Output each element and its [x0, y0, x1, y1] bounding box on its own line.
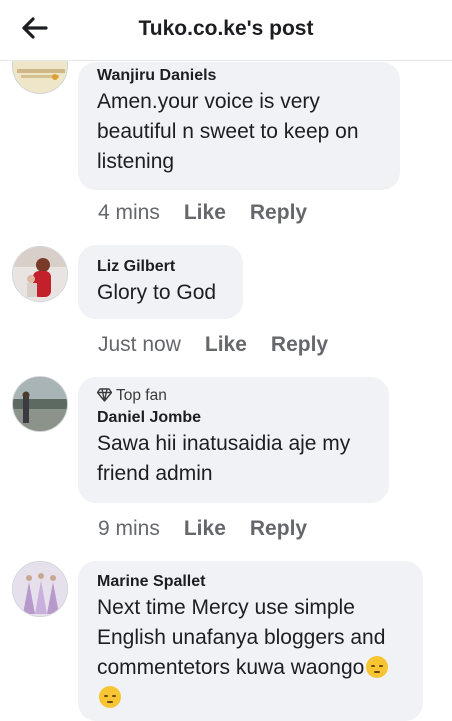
- reply-button[interactable]: Reply: [250, 201, 307, 225]
- reply-button[interactable]: Reply: [250, 517, 307, 541]
- comment-author[interactable]: Marine Spallet: [97, 572, 405, 591]
- reply-button[interactable]: Reply: [271, 333, 328, 357]
- avatar-image: [13, 562, 67, 616]
- avatar[interactable]: [12, 376, 68, 432]
- comment-bubble[interactable]: Top fan Daniel Jombe Sawa hii inatusaidi…: [78, 377, 389, 503]
- avatar[interactable]: [12, 561, 68, 617]
- avatar-image: [13, 377, 67, 431]
- comment-actions: 9 mins Like Reply: [98, 517, 331, 541]
- comment-text-body: Next time Mercy use simple English unafa…: [97, 596, 386, 679]
- avatar[interactable]: [12, 246, 68, 302]
- comment-actions: 4 mins Like Reply: [98, 201, 331, 225]
- like-button[interactable]: Like: [205, 333, 247, 357]
- comment-text: Sawa hii inatusaidia aje my friend admin: [97, 432, 351, 485]
- like-button[interactable]: Like: [184, 517, 226, 541]
- comments-list: Wanjiru Daniels Amen.your voice is very …: [0, 0, 452, 721]
- comment-actions: Just now Like Reply: [98, 333, 352, 357]
- pensive-face-emoji: [99, 686, 121, 708]
- like-button[interactable]: Like: [184, 201, 226, 225]
- top-fan-badge: Top fan: [97, 386, 371, 406]
- pensive-face-emoji: [366, 656, 389, 678]
- page-title: Tuko.co.ke's post: [138, 17, 314, 40]
- comment-time: 4 mins: [98, 201, 160, 224]
- avatar-image: [13, 247, 67, 301]
- comment-time: Just now: [98, 333, 181, 356]
- comment-time: 9 mins: [98, 517, 160, 540]
- comment-text: Next time Mercy use simple English unafa…: [97, 593, 405, 713]
- comment-text: Amen.your voice is very beautiful n swee…: [97, 90, 359, 173]
- comment-author[interactable]: Liz Gilbert: [97, 257, 225, 276]
- diamond-icon: [97, 388, 112, 402]
- comment-text: Glory to God: [97, 281, 217, 304]
- badge-label: Top fan: [116, 387, 167, 404]
- top-app-bar: Tuko.co.ke's post: [0, 0, 452, 61]
- comment-bubble[interactable]: Liz Gilbert Glory to God: [78, 245, 243, 319]
- comment-author[interactable]: Wanjiru Daniels: [97, 66, 382, 85]
- comment-bubble[interactable]: Marine Spallet Next time Mercy use simpl…: [78, 561, 423, 721]
- comment-bubble[interactable]: Wanjiru Daniels Amen.your voice is very …: [78, 62, 400, 190]
- comment-author[interactable]: Daniel Jombe: [97, 408, 371, 427]
